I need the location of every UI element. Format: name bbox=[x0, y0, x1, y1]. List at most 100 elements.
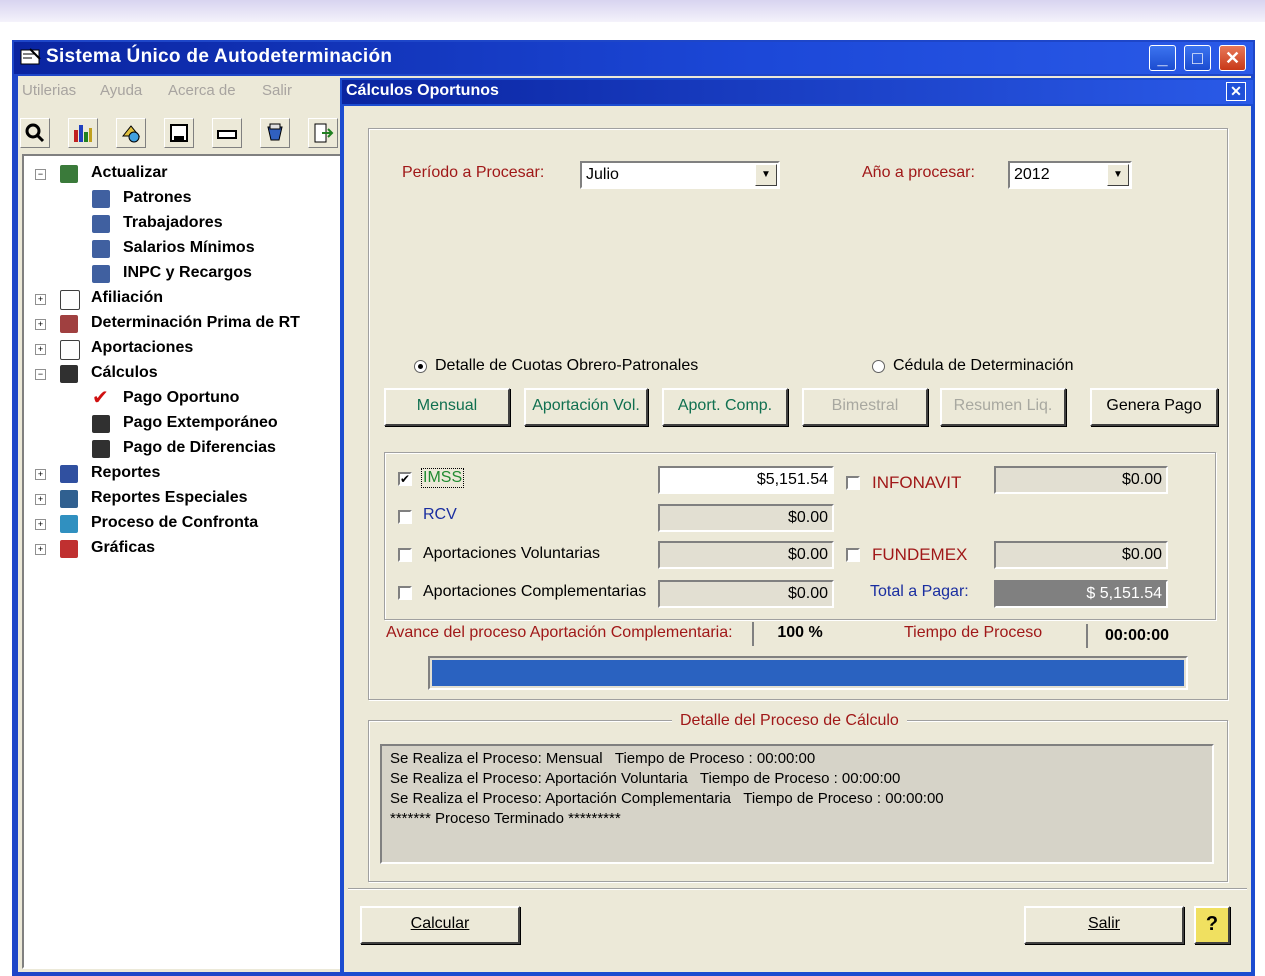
aport-comp-button[interactable]: Aport. Comp. bbox=[662, 388, 788, 426]
mensual-button[interactable]: Mensual bbox=[384, 388, 510, 426]
menu-utilerias[interactable]: Utilerias bbox=[22, 82, 76, 99]
tree-item-inpc-recargos[interactable]: INPC y Recargos bbox=[123, 264, 252, 282]
tree-expander-afiliacion[interactable]: + bbox=[35, 294, 46, 305]
radio-detalle-label: Detalle de Cuotas Obrero-Patronales bbox=[435, 357, 699, 374]
tree-item-aportaciones[interactable]: Aportaciones bbox=[91, 339, 193, 357]
tree-expander-prima-rt[interactable]: + bbox=[35, 319, 46, 330]
help-button[interactable]: ? bbox=[1194, 906, 1230, 944]
progress-bar bbox=[428, 656, 1188, 690]
tree-item-reportes[interactable]: Reportes bbox=[91, 464, 160, 482]
main-window-title: Sistema Único de Autodeterminación bbox=[46, 46, 393, 67]
log-line: Se Realiza el Proceso: Mensual Tiempo de… bbox=[390, 750, 816, 767]
aportaciones-icon bbox=[60, 340, 80, 360]
infonavit-amount[interactable]: $0.00 bbox=[994, 466, 1168, 494]
dialog-title: Cálculos Oportunos bbox=[346, 82, 499, 99]
rcv-amount[interactable]: $0.00 bbox=[658, 504, 834, 532]
reportes-icon bbox=[60, 465, 78, 483]
pago-diferencias-icon bbox=[92, 440, 110, 458]
salarios-minimos-icon bbox=[92, 240, 110, 258]
resumen-liq-button[interactable]: Resumen Liq. bbox=[940, 388, 1066, 426]
tree-item-proceso-confronta[interactable]: Proceso de Confronta bbox=[91, 514, 258, 532]
actualizar-icon bbox=[60, 165, 78, 183]
infonavit-checkbox[interactable] bbox=[846, 476, 860, 490]
progress-fill bbox=[432, 660, 1184, 686]
tree-expander-reportes[interactable]: + bbox=[35, 469, 46, 480]
search-icon[interactable] bbox=[20, 118, 50, 148]
fundemex-label: FUNDEMEX bbox=[872, 545, 968, 564]
process-log[interactable]: Se Realiza el Proceso: Mensual Tiempo de… bbox=[380, 744, 1214, 864]
aport-vol-amount[interactable]: $0.00 bbox=[658, 541, 834, 569]
tree-item-trabajadores[interactable]: Trabajadores bbox=[123, 214, 223, 232]
total-label: Total a Pagar: bbox=[870, 583, 969, 600]
tree-item-pago-extemporaneo[interactable]: Pago Extemporáneo bbox=[123, 414, 278, 432]
avance-label: Avance del proceso Aportación Complement… bbox=[386, 624, 733, 641]
bimestral-button[interactable]: Bimestral bbox=[802, 388, 928, 426]
avance-value: 100 % bbox=[752, 622, 846, 646]
total-amount: $ 5,151.54 bbox=[994, 580, 1168, 608]
menu-salir[interactable]: Salir bbox=[262, 82, 292, 99]
tree-item-afiliacion[interactable]: Afiliación bbox=[91, 289, 163, 307]
tree-item-pago-oportuno[interactable]: Pago Oportuno bbox=[123, 389, 239, 407]
tree-item-patrones[interactable]: Patrones bbox=[123, 189, 191, 207]
tree-item-salarios-minimos[interactable]: Salarios Mínimos bbox=[123, 239, 255, 257]
tree-expander-actualizar[interactable]: − bbox=[35, 169, 46, 180]
log-line: Se Realiza el Proceso: Aportación Volunt… bbox=[390, 770, 901, 787]
fundemex-checkbox[interactable] bbox=[846, 548, 860, 562]
shapes-icon[interactable] bbox=[116, 118, 146, 148]
periodo-label: Período a Procesar: bbox=[402, 164, 545, 181]
dialog-close-button[interactable]: ✕ bbox=[1226, 82, 1246, 101]
trabajadores-icon bbox=[92, 215, 110, 233]
tree-expander-calculos[interactable]: − bbox=[35, 369, 46, 380]
drive-icon[interactable] bbox=[212, 118, 242, 148]
pago-oportuno-icon: ✔ bbox=[92, 387, 109, 409]
imss-checkbox[interactable]: ✔ bbox=[398, 472, 412, 486]
aportacion-vol-button[interactable]: Aportación Vol. bbox=[524, 388, 648, 426]
chevron-down-icon[interactable]: ▼ bbox=[1107, 164, 1129, 186]
tiempo-label: Tiempo de Proceso bbox=[904, 624, 1043, 641]
floppy-icon[interactable] bbox=[164, 118, 194, 148]
imss-amount[interactable]: $5,151.54 bbox=[658, 466, 834, 494]
chart-icon[interactable] bbox=[68, 118, 98, 148]
radio-cedula-label: Cédula de Determinación bbox=[893, 357, 1074, 374]
salir-button[interactable]: Salir bbox=[1024, 906, 1184, 944]
minimize-button[interactable]: _ bbox=[1149, 45, 1176, 71]
radio-cedula[interactable] bbox=[872, 360, 885, 373]
tree-item-actualizar[interactable]: Actualizar bbox=[91, 164, 167, 182]
calculos-icon bbox=[60, 365, 78, 383]
reports-icon[interactable] bbox=[260, 118, 290, 148]
radio-detalle[interactable] bbox=[414, 360, 427, 373]
afiliacion-icon bbox=[60, 290, 80, 310]
aport-vol-label: Aportaciones Voluntarias bbox=[423, 545, 600, 562]
genera-pago-button[interactable]: Genera Pago bbox=[1090, 388, 1218, 426]
tree-item-graficas[interactable]: Gráficas bbox=[91, 539, 155, 557]
aport-comp-amount[interactable]: $0.00 bbox=[658, 580, 834, 608]
exit-icon[interactable] bbox=[308, 118, 338, 148]
tree-item-reportes-especiales[interactable]: Reportes Especiales bbox=[91, 489, 248, 507]
tree-item-prima-rt[interactable]: Determinación Prima de RT bbox=[91, 314, 300, 332]
tree-expander-reportes-especiales[interactable]: + bbox=[35, 494, 46, 505]
log-line: Se Realiza el Proceso: Aportación Comple… bbox=[390, 790, 944, 807]
background-strip bbox=[0, 0, 1265, 22]
detalle-title: Detalle del Proceso de Cálculo bbox=[672, 712, 907, 730]
close-button[interactable]: ✕ bbox=[1219, 45, 1246, 71]
fundemex-amount[interactable]: $0.00 bbox=[994, 541, 1168, 569]
aport-comp-checkbox[interactable] bbox=[398, 586, 412, 600]
imss-label: IMSS bbox=[421, 468, 465, 488]
calcular-button[interactable]: Calcular bbox=[360, 906, 520, 944]
menu-acerca-de[interactable]: Acerca de bbox=[168, 82, 236, 99]
tree-expander-aportaciones[interactable]: + bbox=[35, 344, 46, 355]
aport-vol-checkbox[interactable] bbox=[398, 548, 412, 562]
periodo-select[interactable]: Julio ▼ bbox=[580, 161, 780, 189]
tree-expander-proceso-confronta[interactable]: + bbox=[35, 519, 46, 530]
tree-expander-graficas[interactable]: + bbox=[35, 544, 46, 555]
maximize-button[interactable]: □ bbox=[1184, 45, 1211, 71]
pago-extemporaneo-icon bbox=[92, 415, 110, 433]
menu-ayuda[interactable]: Ayuda bbox=[100, 82, 142, 99]
graficas-icon bbox=[60, 540, 78, 558]
anio-select[interactable]: 2012 ▼ bbox=[1008, 161, 1132, 189]
inpc-recargos-icon bbox=[92, 265, 110, 283]
rcv-checkbox[interactable] bbox=[398, 510, 412, 524]
chevron-down-icon[interactable]: ▼ bbox=[755, 164, 777, 186]
tree-item-calculos[interactable]: Cálculos bbox=[91, 364, 158, 382]
tree-item-pago-diferencias[interactable]: Pago de Diferencias bbox=[123, 439, 276, 457]
